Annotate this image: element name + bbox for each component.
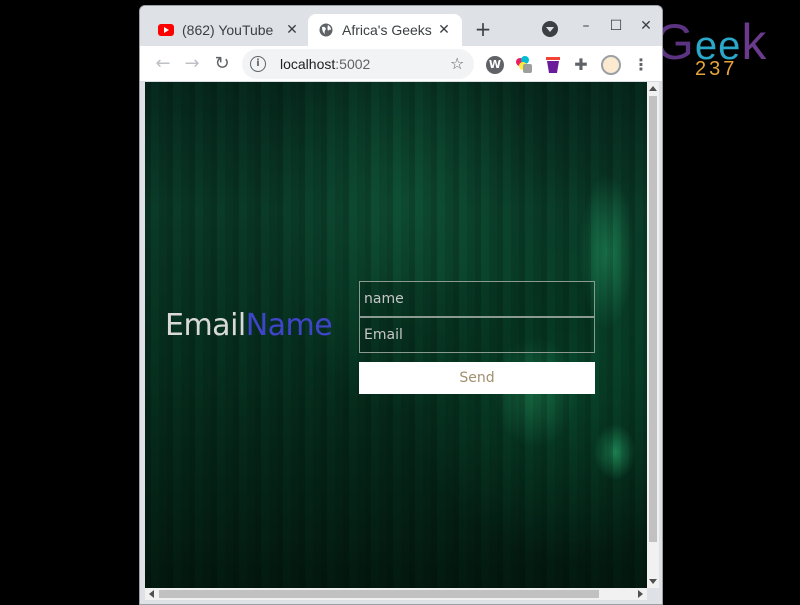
new-tab-button[interactable]: + bbox=[472, 19, 494, 41]
tab-title: Africa's Geeks bbox=[342, 22, 432, 38]
reload-button[interactable]: ↻ bbox=[212, 54, 232, 74]
brand-email: Email bbox=[165, 308, 246, 343]
url-host: localhost bbox=[280, 56, 336, 72]
color-picker-extension-icon[interactable] bbox=[516, 56, 534, 74]
minimize-button[interactable]: – bbox=[576, 16, 596, 36]
tab-africas-geeks[interactable]: Africa's Geeks ✕ bbox=[308, 14, 462, 46]
browser-window: (862) YouTube ✕ Africa's Geeks ✕ + – ☐ ✕… bbox=[139, 5, 663, 605]
toolbar: ← → ↻ i localhost:5002 ☆ W ✚ ⋮ bbox=[140, 46, 662, 82]
scrollbar-thumb[interactable] bbox=[159, 590, 599, 598]
brand-name: Name bbox=[245, 308, 333, 343]
scroll-left-arrow-icon[interactable] bbox=[149, 590, 154, 598]
horizontal-scrollbar[interactable] bbox=[145, 588, 647, 600]
tab-strip: (862) YouTube ✕ Africa's Geeks ✕ + – ☐ ✕ bbox=[140, 6, 662, 46]
bookmark-star-icon[interactable]: ☆ bbox=[450, 55, 464, 73]
geek237-logo: Geek 237 bbox=[655, 14, 795, 80]
close-window-button[interactable]: ✕ bbox=[636, 16, 656, 36]
scroll-up-arrow-icon[interactable] bbox=[649, 86, 657, 91]
address-bar[interactable]: i localhost:5002 bbox=[242, 49, 474, 79]
page-viewport: EmailName Send bbox=[145, 82, 647, 588]
scroll-right-arrow-icon[interactable] bbox=[638, 590, 643, 598]
back-button[interactable]: ← bbox=[153, 54, 173, 74]
extensions-puzzle-icon[interactable]: ✚ bbox=[572, 56, 590, 74]
signup-form: Send bbox=[359, 281, 595, 394]
tab-youtube[interactable]: (862) YouTube ✕ bbox=[148, 14, 310, 46]
forward-button[interactable]: → bbox=[182, 54, 202, 74]
tab-search-icon[interactable] bbox=[542, 21, 558, 37]
close-icon[interactable]: ✕ bbox=[436, 22, 452, 38]
close-icon[interactable]: ✕ bbox=[284, 22, 300, 38]
logo-number: 237 bbox=[695, 58, 738, 80]
page-brand-title: EmailName bbox=[165, 308, 333, 344]
scroll-down-arrow-icon[interactable] bbox=[649, 579, 657, 584]
profile-avatar-icon[interactable] bbox=[601, 55, 621, 75]
name-input[interactable] bbox=[359, 281, 595, 317]
menu-kebab-icon[interactable]: ⋮ bbox=[632, 56, 650, 74]
send-button[interactable]: Send bbox=[359, 362, 595, 394]
info-icon[interactable]: i bbox=[250, 56, 266, 72]
email-input[interactable] bbox=[359, 317, 595, 353]
bucket-extension-icon[interactable] bbox=[544, 56, 562, 74]
tab-title: (862) YouTube bbox=[182, 22, 274, 38]
youtube-icon bbox=[158, 22, 174, 38]
url-port: :5002 bbox=[335, 56, 371, 72]
wappalyzer-extension-icon[interactable]: W bbox=[486, 56, 504, 74]
scrollbar-thumb[interactable] bbox=[649, 96, 657, 542]
vertical-scrollbar[interactable] bbox=[647, 82, 659, 588]
maximize-button[interactable]: ☐ bbox=[606, 16, 626, 36]
globe-icon bbox=[318, 22, 334, 38]
url-text: localhost:5002 bbox=[280, 56, 370, 72]
